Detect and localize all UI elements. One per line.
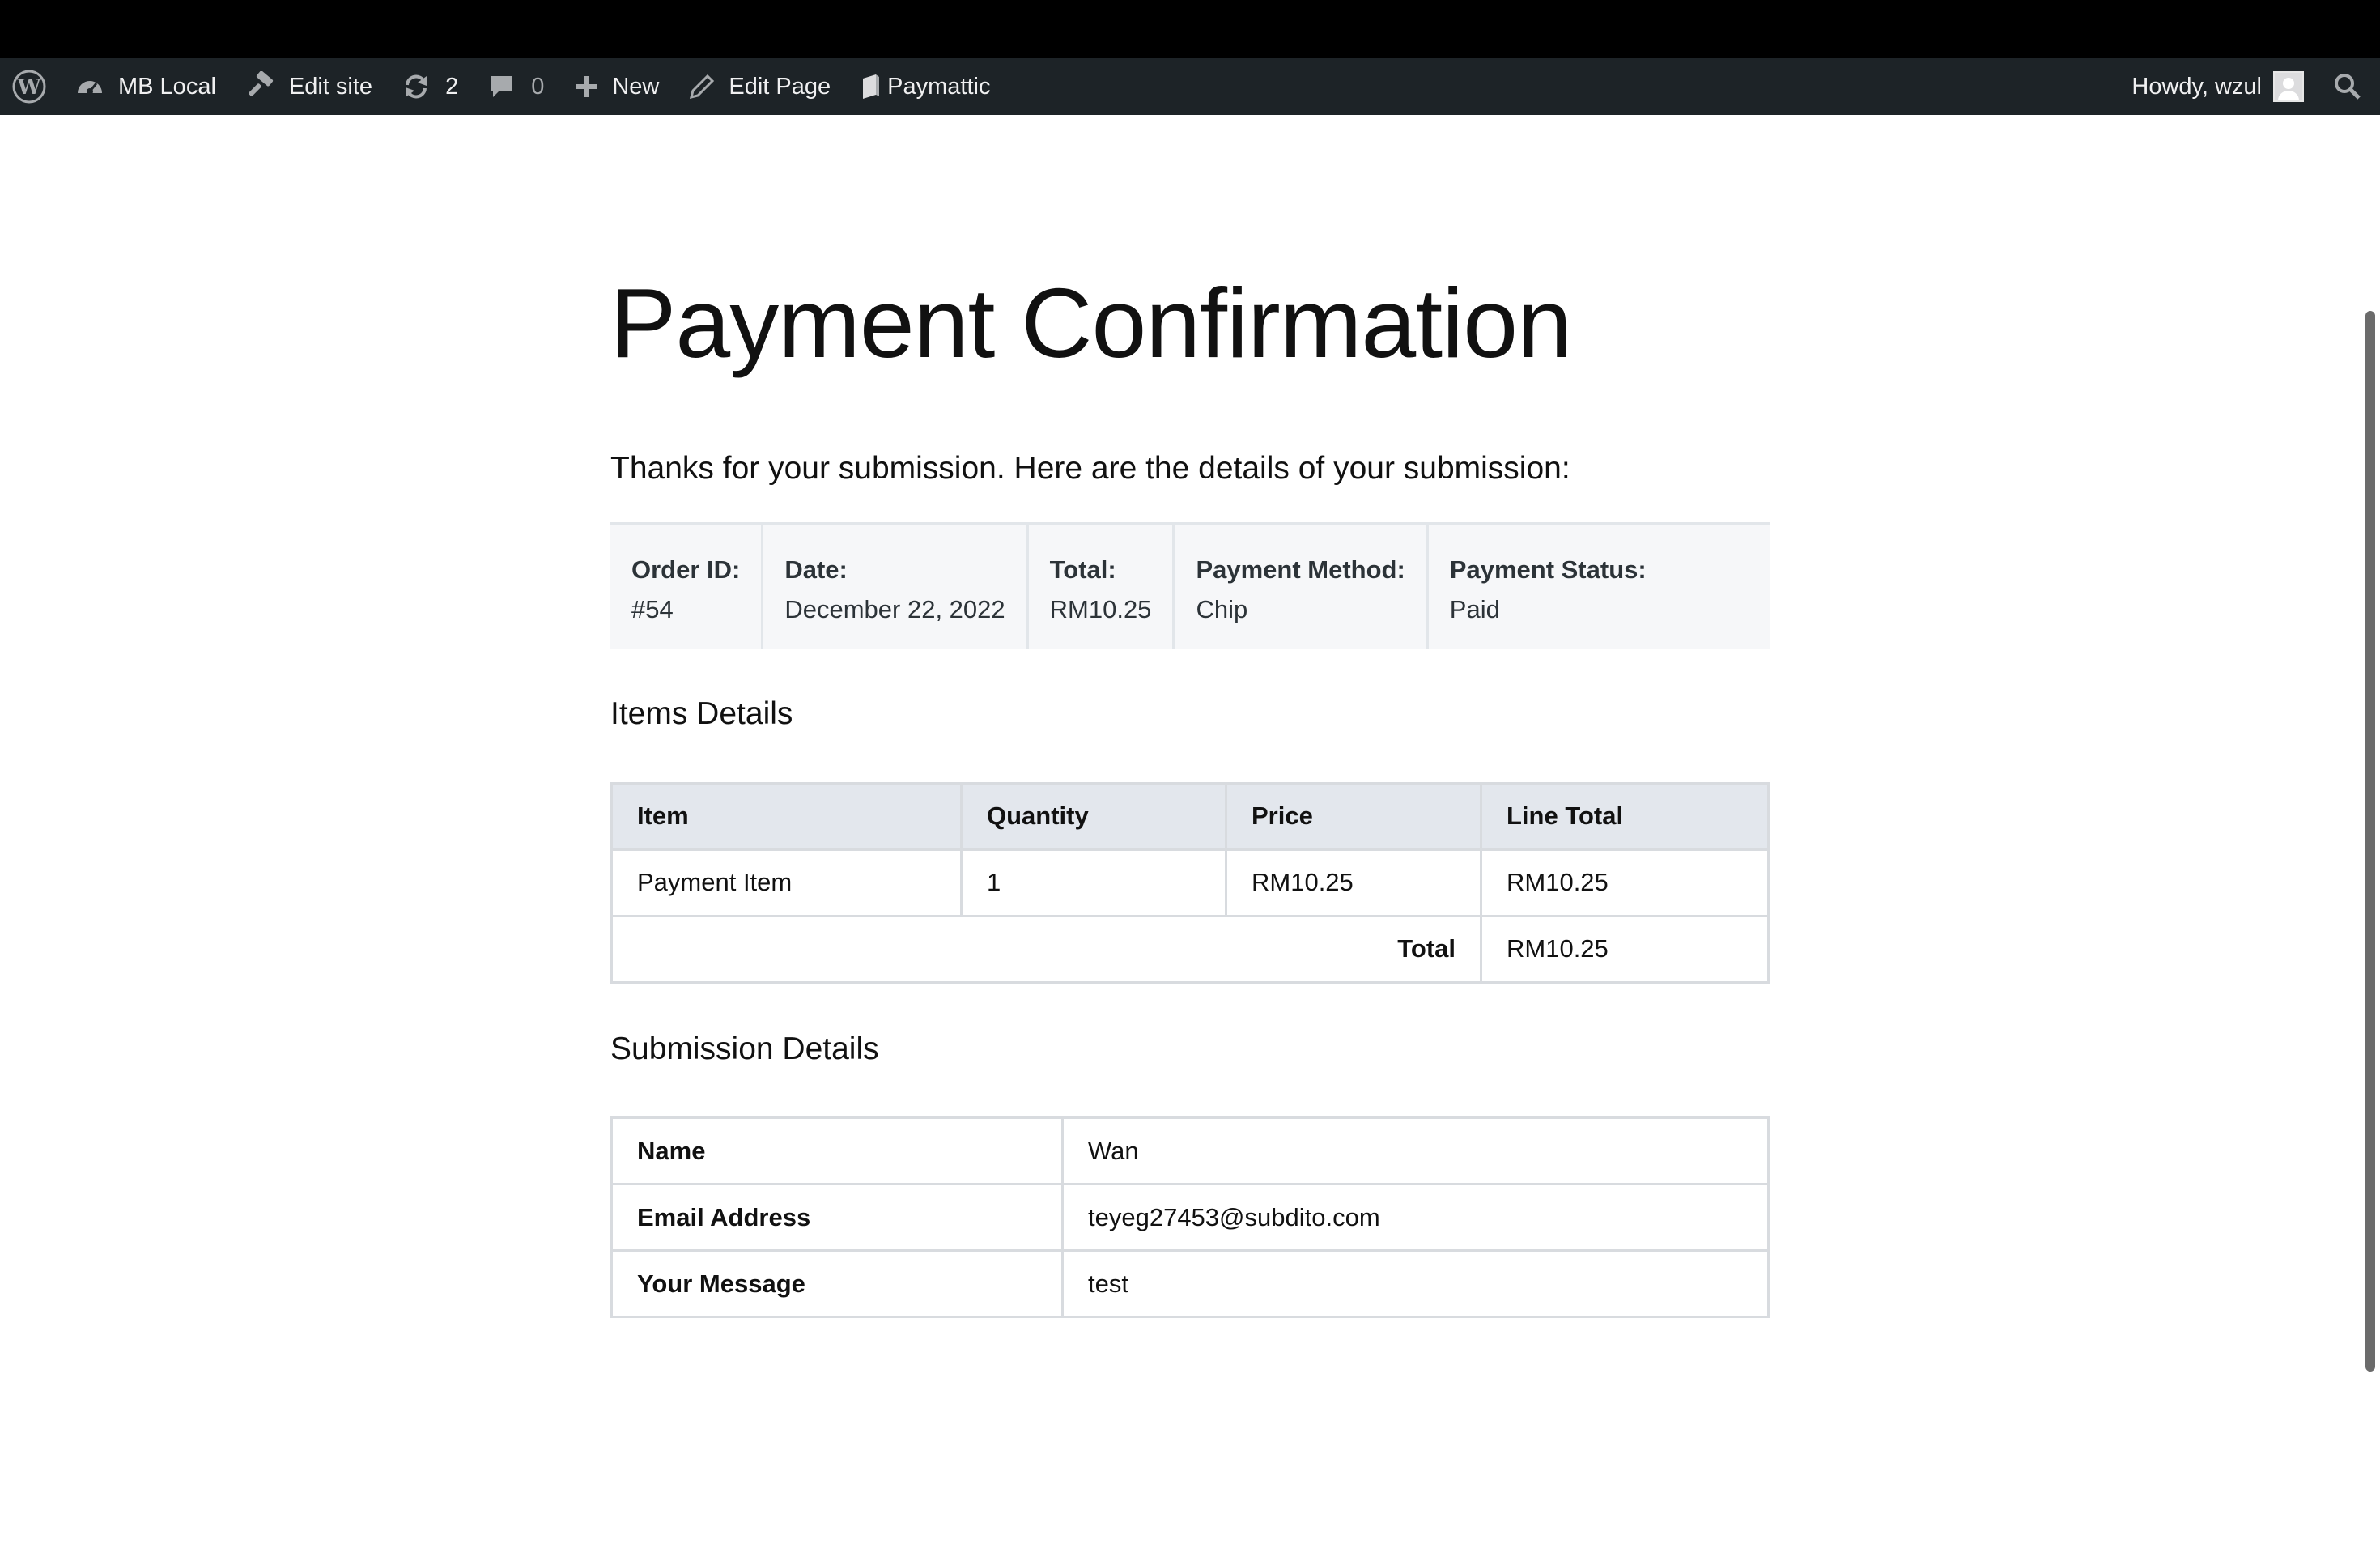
avatar [2273,71,2304,102]
summary-total: Total: RM10.25 [1029,525,1175,649]
cell-price: RM10.25 [1225,848,1482,917]
svg-text:W: W [16,75,41,100]
edit-site-link[interactable]: Edit site [231,58,387,115]
summary-date: Date: December 22, 2022 [763,525,1029,649]
comments-count: 0 [531,73,545,100]
site-name-menu[interactable]: MB Local [60,58,231,115]
refresh-icon [402,72,431,101]
table-row: Your Message test [610,1249,1770,1319]
paymattic-label: Paymattic [887,73,991,100]
field-value: Wan [1061,1116,1770,1186]
plus-icon [573,74,599,100]
updates-link[interactable]: 2 [387,58,473,115]
summary-label: Date: [784,555,848,584]
summary-label: Payment Method: [1196,555,1405,584]
summary-label: Total: [1049,555,1116,584]
window-top-bar [0,0,2380,58]
page-title: Payment Confirmation [610,268,1572,378]
payment-summary: Order ID: #54 Date: December 22, 2022 To… [610,521,1770,649]
items-table: Item Quantity Price Line Total Payment I… [610,781,1770,984]
updates-count: 2 [445,73,459,100]
pencil-icon [688,73,716,100]
summary-value: #54 [631,594,674,623]
column-header-line-total: Line Total [1480,781,1770,851]
field-value: test [1061,1249,1770,1319]
submission-table: Name Wan Email Address teyeg27453@subdit… [610,1116,1770,1319]
field-label: Your Message [610,1249,1064,1319]
items-details-heading: Items Details [610,695,793,731]
new-content-menu[interactable]: New [559,58,674,115]
table-header-row: Item Quantity Price Line Total [610,781,1770,851]
column-header-item: Item [610,781,963,851]
scrollbar-thumb[interactable] [2365,311,2375,1372]
site-name-label: MB Local [118,73,216,100]
cell-item: Payment Item [610,848,963,917]
paymattic-menu[interactable]: Paymattic [845,58,1005,115]
intro-text: Thanks for your submission. Here are the… [610,451,1570,486]
wordpress-logo-icon: W [11,69,47,104]
comment-icon [487,73,515,100]
paymattic-icon [860,72,882,101]
submission-details-heading: Submission Details [610,1031,879,1066]
total-row: Total RM10.25 [610,914,1770,984]
dashboard-icon [74,71,105,102]
summary-label: Payment Status: [1449,555,1647,584]
total-label: Total [610,914,1482,984]
cell-line-total: RM10.25 [1480,848,1770,917]
edit-site-label: Edit site [288,73,373,100]
wp-admin-bar: W MB Local Edit site 2 0 New Edit Page P… [0,58,2380,115]
field-label: Name [610,1116,1064,1186]
table-row: Email Address teyeg27453@subdito.com [610,1183,1770,1252]
search-icon [2333,72,2362,101]
hammer-icon [245,71,276,102]
page-content: Payment Confirmation Thanks for your sub… [610,115,1770,1319]
summary-order-id: Order ID: #54 [610,525,764,649]
column-header-price: Price [1225,781,1482,851]
field-value: teyeg27453@subdito.com [1061,1183,1770,1252]
edit-page-link[interactable]: Edit Page [674,58,845,115]
summary-label: Order ID: [631,555,741,584]
summary-value: Chip [1196,594,1248,623]
summary-value: December 22, 2022 [784,594,1005,623]
summary-value: RM10.25 [1049,594,1152,623]
cell-quantity: 1 [960,848,1227,917]
table-row: Payment Item 1 RM10.25 RM10.25 [610,848,1770,917]
summary-payment-status: Payment Status: Paid [1429,525,1770,649]
table-row: Name Wan [610,1116,1770,1186]
howdy-label: Howdy, wzul [2131,73,2262,100]
wordpress-logo-menu[interactable]: W [0,58,60,115]
my-account-menu[interactable]: Howdy, wzul [2117,58,2318,115]
field-label: Email Address [610,1183,1064,1252]
comments-link[interactable]: 0 [473,58,559,115]
summary-payment-method: Payment Method: Chip [1175,525,1429,649]
column-header-quantity: Quantity [960,781,1227,851]
search-toggle[interactable] [2318,58,2380,115]
total-value: RM10.25 [1480,914,1770,984]
summary-value: Paid [1449,594,1500,623]
edit-page-label: Edit Page [729,73,831,100]
new-label: New [612,73,660,100]
